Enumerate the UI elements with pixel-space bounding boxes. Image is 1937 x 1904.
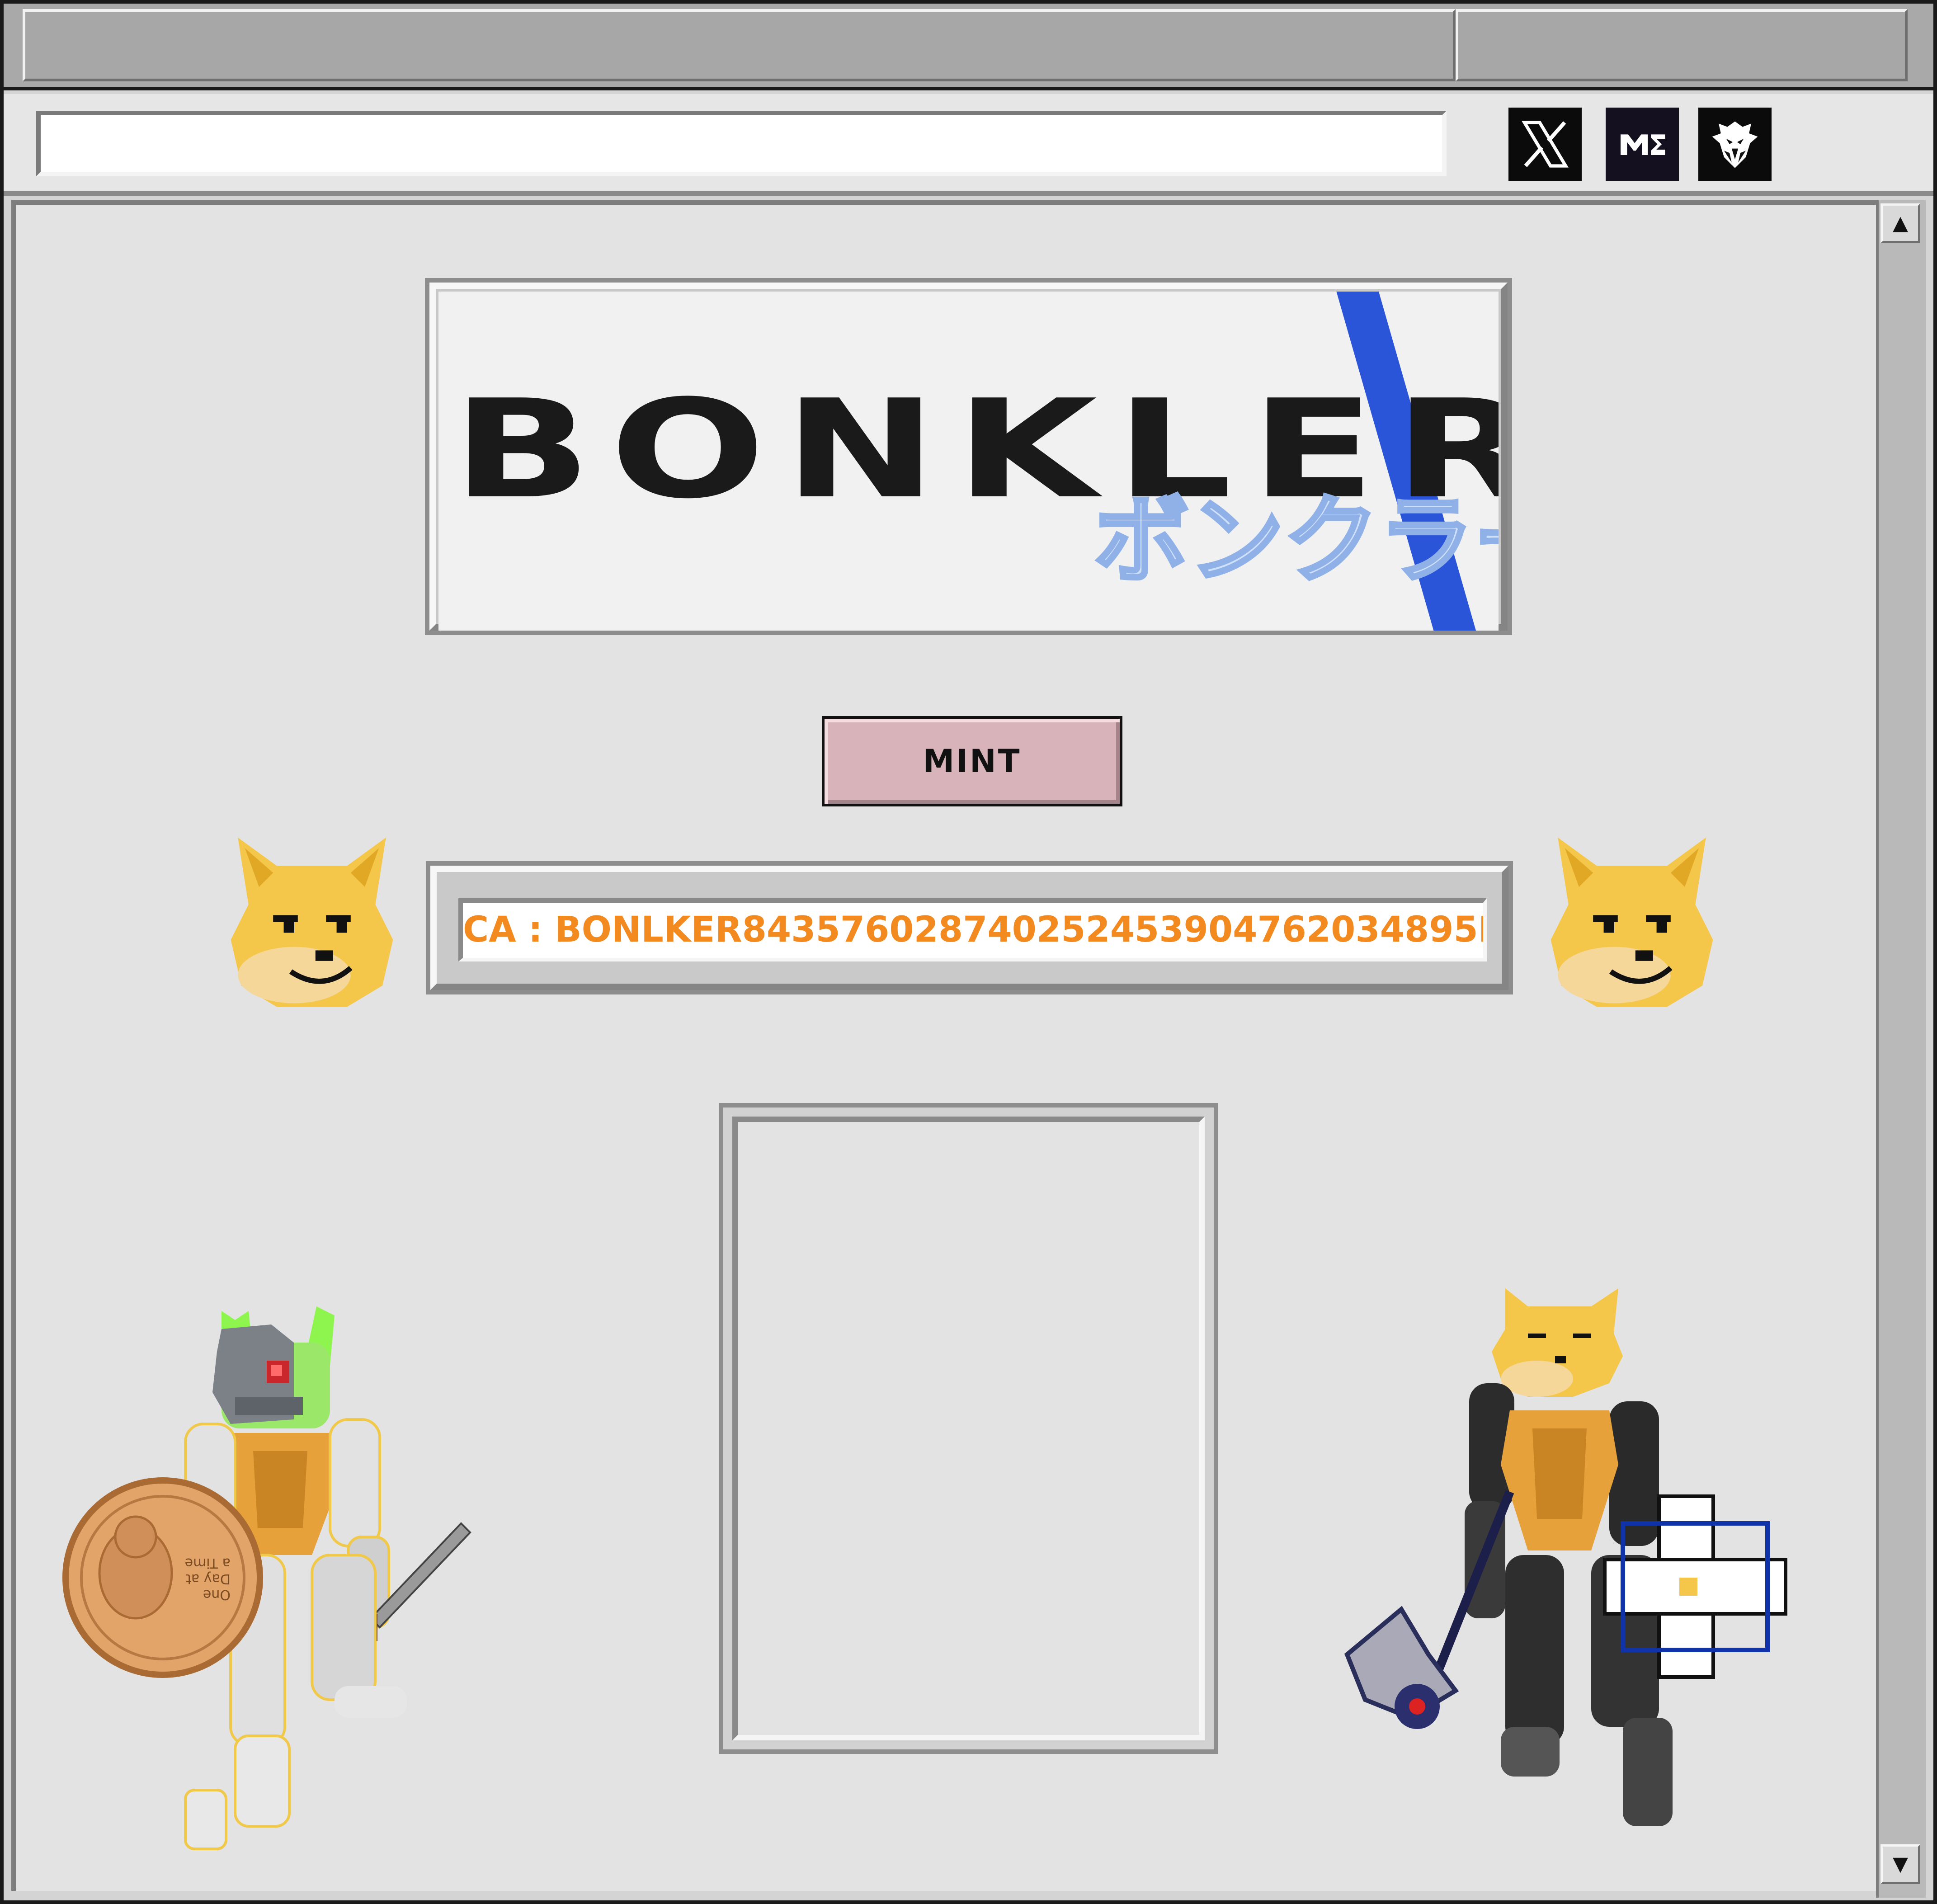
contract-address-frame: CA : BONLKER8435760287402524539047620348… [426, 861, 1513, 994]
contract-address-text[interactable]: CA : BONLKER8435760287402524539047620348… [458, 898, 1487, 961]
mint-button[interactable]: MINT [822, 716, 1122, 806]
x-link[interactable] [1508, 108, 1582, 181]
title-bar-left-panel [23, 9, 1456, 81]
tensor-link[interactable] [1698, 108, 1772, 181]
vertical-scrollbar[interactable] [1876, 200, 1926, 1898]
doge-robot-character [1344, 1288, 1787, 1826]
doge-head-right-icon [1551, 837, 1713, 1007]
logo-banner: BONKLER ボンクラー [438, 292, 1499, 631]
scroll-up-button[interactable]: ▲ [1880, 203, 1920, 243]
cyborg-robot-character [62, 1306, 471, 1850]
scroll-down-button[interactable]: ▼ [1880, 1844, 1920, 1884]
logo-japanese-text: ボンクラー [1092, 483, 1499, 598]
eagle-logo-icon [1712, 121, 1758, 168]
title-bar-right-panel [1456, 9, 1908, 81]
magic-eden-link[interactable] [1606, 108, 1679, 181]
coin-inscription: One Day at a Time [184, 1555, 231, 1602]
x-logo-icon [1522, 121, 1569, 168]
nft-preview-area [732, 1117, 1205, 1740]
doge-head-left-icon [231, 837, 393, 1007]
address-bar[interactable] [36, 111, 1447, 176]
logo-banner-frame: BONKLER ボンクラー [425, 278, 1512, 635]
magic-eden-logo-icon [1621, 134, 1665, 155]
nft-preview-frame [719, 1103, 1218, 1754]
